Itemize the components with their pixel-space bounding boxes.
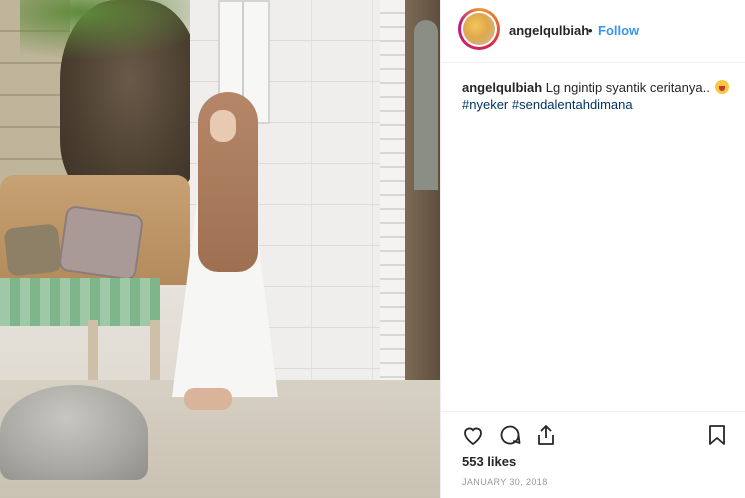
bookmark-icon[interactable] xyxy=(705,423,729,447)
likes-count[interactable]: 553 likes xyxy=(462,454,516,469)
instagram-post: angelqulbiah • Follow angelqulbiah Lg ng… xyxy=(0,0,745,498)
comment-bubble-icon[interactable] xyxy=(498,423,522,447)
pillow xyxy=(57,204,145,282)
share-icon[interactable] xyxy=(534,423,558,447)
avatar[interactable] xyxy=(458,8,500,50)
caption-text: Lg ngintip syantik ceritanya.. xyxy=(545,80,710,95)
bare-feet xyxy=(184,388,232,410)
arch-window xyxy=(414,20,438,190)
header-username[interactable]: angelqulbiah xyxy=(509,23,589,38)
post-side-panel: angelqulbiah • Follow angelqulbiah Lg ng… xyxy=(440,0,745,498)
follow-button[interactable]: Follow xyxy=(598,23,639,38)
post-photo[interactable] xyxy=(0,0,440,498)
hashtag-sendalentahdimana[interactable]: #sendalentahdimana xyxy=(512,97,633,112)
post-header: angelqulbiah • Follow xyxy=(441,0,745,63)
astonished-emoji-icon xyxy=(715,80,730,94)
rock xyxy=(0,385,148,480)
caption: angelqulbiah Lg ngintip syantik ceritany… xyxy=(462,79,732,113)
woman-figure xyxy=(172,92,282,422)
separator-dot: • xyxy=(588,23,593,38)
face xyxy=(210,110,236,142)
caption-username[interactable]: angelqulbiah xyxy=(462,80,542,95)
post-date[interactable]: JANUARY 30, 2018 xyxy=(462,477,548,487)
heart-icon[interactable] xyxy=(461,423,485,447)
pillow xyxy=(3,223,63,277)
action-bar xyxy=(441,411,745,456)
hashtag-nyeker[interactable]: #nyeker xyxy=(462,97,508,112)
green-blanket xyxy=(0,278,160,326)
